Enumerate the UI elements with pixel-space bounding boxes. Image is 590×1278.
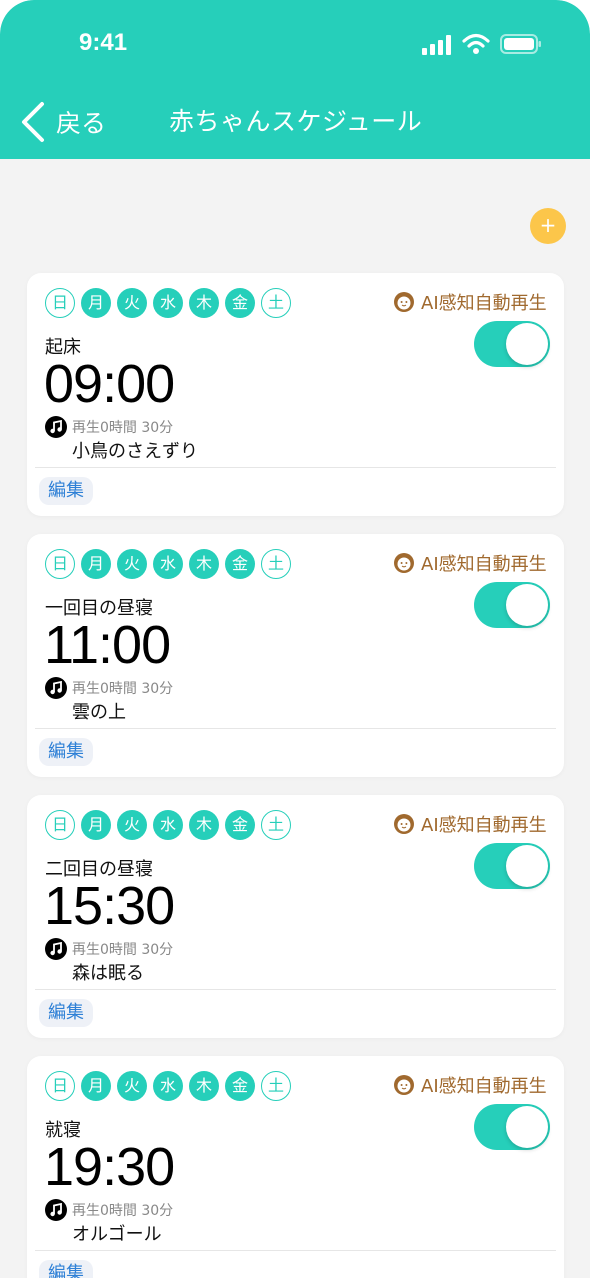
weekday-chip[interactable]: 金: [225, 549, 255, 579]
schedule-card: 日月火水木金土 AI感知自動再生 一回目の昼寝 11:00 再生0時間 30分 …: [27, 534, 564, 777]
signal-icon: [422, 35, 451, 55]
toggle-knob: [506, 323, 548, 365]
ai-auto-play-label: AI感知自動再生: [421, 815, 547, 836]
weekday-chip[interactable]: 水: [153, 810, 183, 840]
header-bar: 9:41 戻る 赤ちゃんスケジュール: [0, 0, 590, 159]
music-note-icon: [45, 1199, 67, 1221]
weekday-chip[interactable]: 日: [45, 1071, 75, 1101]
toggle-knob: [506, 1106, 548, 1148]
weekday-chip[interactable]: 土: [261, 1071, 291, 1101]
schedule-time: 19:30: [44, 1137, 175, 1197]
ai-auto-play[interactable]: AI感知自動再生: [393, 811, 547, 837]
weekday-chip[interactable]: 日: [45, 288, 75, 318]
divider: [35, 1250, 556, 1251]
weekday-chip[interactable]: 木: [189, 810, 219, 840]
weekday-selector: 日月火水木金土: [45, 549, 297, 579]
music-info: 再生0時間 30分: [45, 1199, 173, 1221]
weekday-chip[interactable]: 火: [117, 288, 147, 318]
weekday-chip[interactable]: 月: [81, 810, 111, 840]
edit-button[interactable]: 編集: [39, 1260, 93, 1278]
weekday-chip[interactable]: 木: [189, 549, 219, 579]
wifi-icon: [462, 33, 490, 54]
song-title: 雲の上: [72, 702, 126, 723]
play-duration: 再生0時間 30分: [72, 681, 174, 697]
schedule-card: 日月火水木金土 AI感知自動再生 起床 09:00 再生0時間 30分 小鳥のさ…: [27, 273, 564, 516]
edit-button[interactable]: 編集: [39, 477, 93, 505]
schedule-card: 日月火水木金土 AI感知自動再生 就寝 19:30 再生0時間 30分 オルゴー…: [27, 1056, 564, 1278]
ai-auto-play-label: AI感知自動再生: [421, 293, 547, 314]
weekday-chip[interactable]: 火: [117, 810, 147, 840]
ai-auto-play[interactable]: AI感知自動再生: [393, 1072, 547, 1098]
play-duration: 再生0時間 30分: [72, 420, 174, 436]
baby-face-icon: [394, 292, 414, 312]
weekday-selector: 日月火水木金土: [45, 810, 297, 840]
divider: [35, 467, 556, 468]
schedule-time: 15:30: [44, 876, 175, 936]
play-duration: 再生0時間 30分: [72, 942, 174, 958]
phone-screen: 9:41 戻る 赤ちゃんスケジュール + 日 月 火 水 木 金 土 AI感知自…: [0, 0, 590, 1278]
play-duration: 再生0時間 30分: [72, 1203, 174, 1219]
back-button[interactable]: 戻る: [20, 100, 106, 144]
music-note-icon: [45, 677, 67, 699]
status-time: 9:41: [79, 29, 128, 56]
weekday-chip[interactable]: 日: [45, 549, 75, 579]
add-schedule-button[interactable]: +: [530, 208, 566, 244]
toggle-knob: [506, 584, 548, 626]
battery-icon: [500, 34, 541, 54]
music-note-icon: [45, 938, 67, 960]
music-info: 再生0時間 30分: [45, 416, 173, 438]
music-info: 再生0時間 30分: [45, 677, 173, 699]
music-note-icon: [45, 416, 67, 438]
song-title: オルゴール: [72, 1224, 162, 1245]
weekday-chip[interactable]: 金: [225, 288, 255, 318]
weekday-chip[interactable]: 金: [225, 1071, 255, 1101]
ai-auto-play[interactable]: AI感知自動再生: [393, 289, 547, 315]
weekday-chip[interactable]: 月: [81, 288, 111, 318]
weekday-chip[interactable]: 水: [153, 1071, 183, 1101]
ai-auto-play-label: AI感知自動再生: [421, 554, 547, 575]
weekday-chip[interactable]: 木: [189, 288, 219, 318]
schedule-toggle[interactable]: [474, 1104, 550, 1150]
weekday-chip[interactable]: 火: [117, 549, 147, 579]
ai-auto-play-label: AI感知自動再生: [421, 1076, 547, 1097]
schedule-toggle[interactable]: [474, 582, 550, 628]
baby-face-icon: [394, 553, 414, 573]
toggle-knob: [506, 845, 548, 887]
weekday-chip[interactable]: 水: [153, 288, 183, 318]
music-info: 再生0時間 30分: [45, 938, 173, 960]
weekday-selector: 日月火水木金土: [45, 288, 297, 318]
chevron-left-icon: [22, 102, 44, 142]
song-title: 森は眠る: [72, 963, 144, 984]
weekday-chip[interactable]: 月: [81, 549, 111, 579]
weekday-chip[interactable]: 土: [261, 288, 291, 318]
divider: [35, 728, 556, 729]
divider: [35, 989, 556, 990]
schedule-card: 日月火水木金土 AI感知自動再生 二回目の昼寝 15:30 再生0時間 30分 …: [27, 795, 564, 1038]
weekday-chip[interactable]: 火: [117, 1071, 147, 1101]
page-title: 赤ちゃんスケジュール: [169, 107, 423, 136]
weekday-chip[interactable]: 土: [261, 549, 291, 579]
baby-face-icon: [394, 1075, 414, 1095]
ai-auto-play[interactable]: AI感知自動再生: [393, 550, 547, 576]
weekday-chip[interactable]: 木: [189, 1071, 219, 1101]
song-title: 小鳥のさえずり: [72, 441, 198, 462]
schedule-toggle[interactable]: [474, 321, 550, 367]
weekday-chip[interactable]: 月: [81, 1071, 111, 1101]
weekday-chip[interactable]: 日: [45, 810, 75, 840]
weekday-chip[interactable]: 水: [153, 549, 183, 579]
baby-face-icon: [394, 814, 414, 834]
edit-button[interactable]: 編集: [39, 999, 93, 1027]
back-label: 戻る: [56, 109, 107, 138]
schedule-time: 09:00: [44, 354, 175, 414]
schedule-time: 11:00: [44, 615, 171, 675]
weekday-chip[interactable]: 金: [225, 810, 255, 840]
weekday-chip[interactable]: 土: [261, 810, 291, 840]
schedule-toggle[interactable]: [474, 843, 550, 889]
weekday-selector: 日月火水木金土: [45, 1071, 297, 1101]
edit-button[interactable]: 編集: [39, 738, 93, 766]
